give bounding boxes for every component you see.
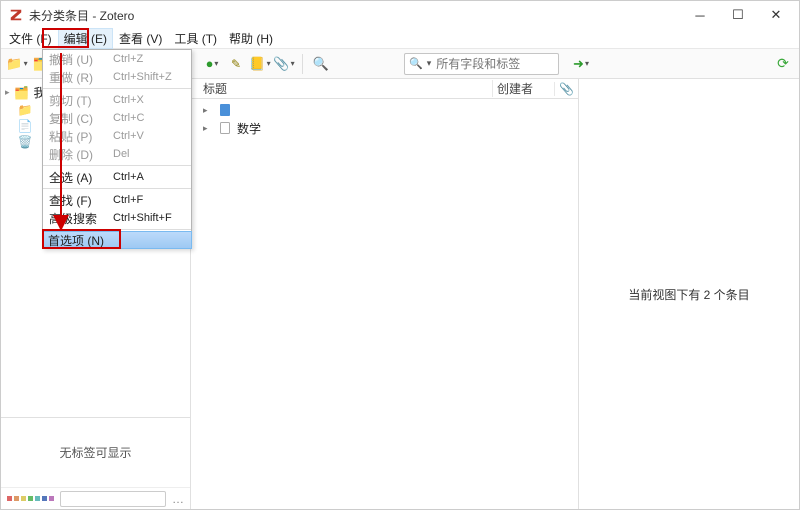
menu-help[interactable]: 帮助 (H): [223, 28, 279, 49]
items-list[interactable]: ▸ ▸ 数学: [191, 99, 578, 509]
menu-redo[interactable]: 重做 (R) Ctrl+Shift+Z: [43, 68, 191, 86]
tag-color-swatches[interactable]: [7, 496, 54, 501]
toolbar-separator: [302, 54, 303, 74]
chevron-right-icon: ▸: [5, 87, 10, 98]
maximize-button[interactable]: ☐: [719, 2, 757, 28]
sync-icon: ⟳: [777, 55, 789, 72]
close-button[interactable]: ✕: [757, 2, 795, 28]
tags-pane: 无标签可显示: [1, 417, 190, 487]
menu-view[interactable]: 查看 (V): [113, 28, 168, 49]
zotero-icon: [9, 8, 23, 22]
menu-cut[interactable]: 剪切 (T) Ctrl+X: [43, 91, 191, 109]
edit-menu-dropdown: 撤销 (U) Ctrl+Z 重做 (R) Ctrl+Shift+Z 剪切 (T)…: [42, 49, 192, 249]
menu-preferences[interactable]: 首选项 (N): [42, 231, 192, 249]
titlebar: 未分类条目 - Zotero ─ ☐ ✕: [1, 1, 799, 29]
tags-toolbar: …: [1, 487, 190, 509]
plus-icon: ●: [206, 56, 214, 71]
window-title: 未分类条目 - Zotero: [29, 7, 134, 24]
new-note-button[interactable]: 📒: [250, 54, 270, 74]
item-title: 数学: [237, 120, 261, 137]
add-by-identifier-button[interactable]: ✎: [226, 54, 246, 74]
new-item-button[interactable]: ●: [202, 54, 222, 74]
locate-button[interactable]: ➜: [571, 54, 591, 74]
clip-icon: 📎: [273, 56, 289, 72]
new-collection-button[interactable]: 📁: [7, 54, 27, 74]
menu-paste[interactable]: 粘贴 (P) Ctrl+V: [43, 127, 191, 145]
menu-separator: [43, 229, 191, 230]
expand-toggle[interactable]: ▸: [203, 123, 213, 134]
menu-undo[interactable]: 撤销 (U) Ctrl+Z: [43, 50, 191, 68]
menu-file[interactable]: 文件 (F): [3, 28, 58, 49]
advanced-search-button[interactable]: 🔍: [311, 54, 331, 74]
search-icon: 🔍: [405, 57, 427, 70]
menu-copy[interactable]: 复制 (C) Ctrl+C: [43, 109, 191, 127]
wand-icon: ✎: [231, 57, 241, 71]
menubar: 文件 (F) 编辑 (E) 查看 (V) 工具 (T) 帮助 (H): [1, 29, 799, 49]
menu-separator: [43, 165, 191, 166]
details-status: 当前视图下有 2 个条目: [628, 286, 749, 303]
search-box[interactable]: 🔍 ▾: [404, 53, 559, 75]
columns-header[interactable]: 标题 创建者 📎: [191, 79, 578, 99]
menu-separator: [43, 88, 191, 89]
column-creator[interactable]: 创建者: [492, 80, 554, 97]
window-controls: ─ ☐ ✕: [681, 2, 795, 28]
item-row[interactable]: ▸: [191, 101, 578, 119]
tags-empty-text: 无标签可显示: [59, 444, 131, 461]
minimize-button[interactable]: ─: [681, 2, 719, 28]
add-attachment-button[interactable]: 📎: [274, 54, 294, 74]
search-input[interactable]: [434, 56, 593, 72]
trash-icon: 🗑️: [17, 135, 33, 149]
menu-find[interactable]: 查找 (F) Ctrl+F: [43, 191, 191, 209]
menu-select-all[interactable]: 全选 (A) Ctrl+A: [43, 168, 191, 186]
note-icon: 📒: [249, 56, 265, 72]
tag-menu-button[interactable]: …: [172, 492, 184, 506]
library-icon: 🗂️: [14, 86, 30, 100]
column-attachment[interactable]: 📎: [554, 82, 578, 96]
item-details-pane: 当前视图下有 2 个条目: [579, 79, 799, 509]
tag-filter-input[interactable]: [60, 491, 166, 507]
item-row[interactable]: ▸ 数学: [191, 119, 578, 137]
search-mode-dropdown[interactable]: ▾: [427, 58, 435, 69]
menu-delete[interactable]: 删除 (D) Del: [43, 145, 191, 163]
items-pane: 标题 创建者 📎 ▸ ▸ 数学: [191, 79, 579, 509]
duplicates-icon: 📁: [17, 103, 33, 117]
menu-edit[interactable]: 编辑 (E): [58, 28, 113, 49]
arrow-icon: ➜: [573, 56, 584, 72]
menu-tools[interactable]: 工具 (T): [168, 28, 223, 49]
expand-toggle[interactable]: ▸: [203, 105, 213, 116]
folder-icon: 📁: [6, 56, 22, 72]
unfiled-icon: 📄: [17, 119, 33, 133]
column-title[interactable]: 标题: [191, 80, 492, 97]
magnifier-icon: 🔍: [313, 56, 329, 72]
menu-separator: [43, 188, 191, 189]
sync-button[interactable]: ⟳: [773, 54, 793, 74]
menu-advanced-search[interactable]: 高级搜索 Ctrl+Shift+F: [43, 209, 191, 227]
page-icon: [218, 121, 232, 135]
book-icon: [218, 103, 232, 117]
